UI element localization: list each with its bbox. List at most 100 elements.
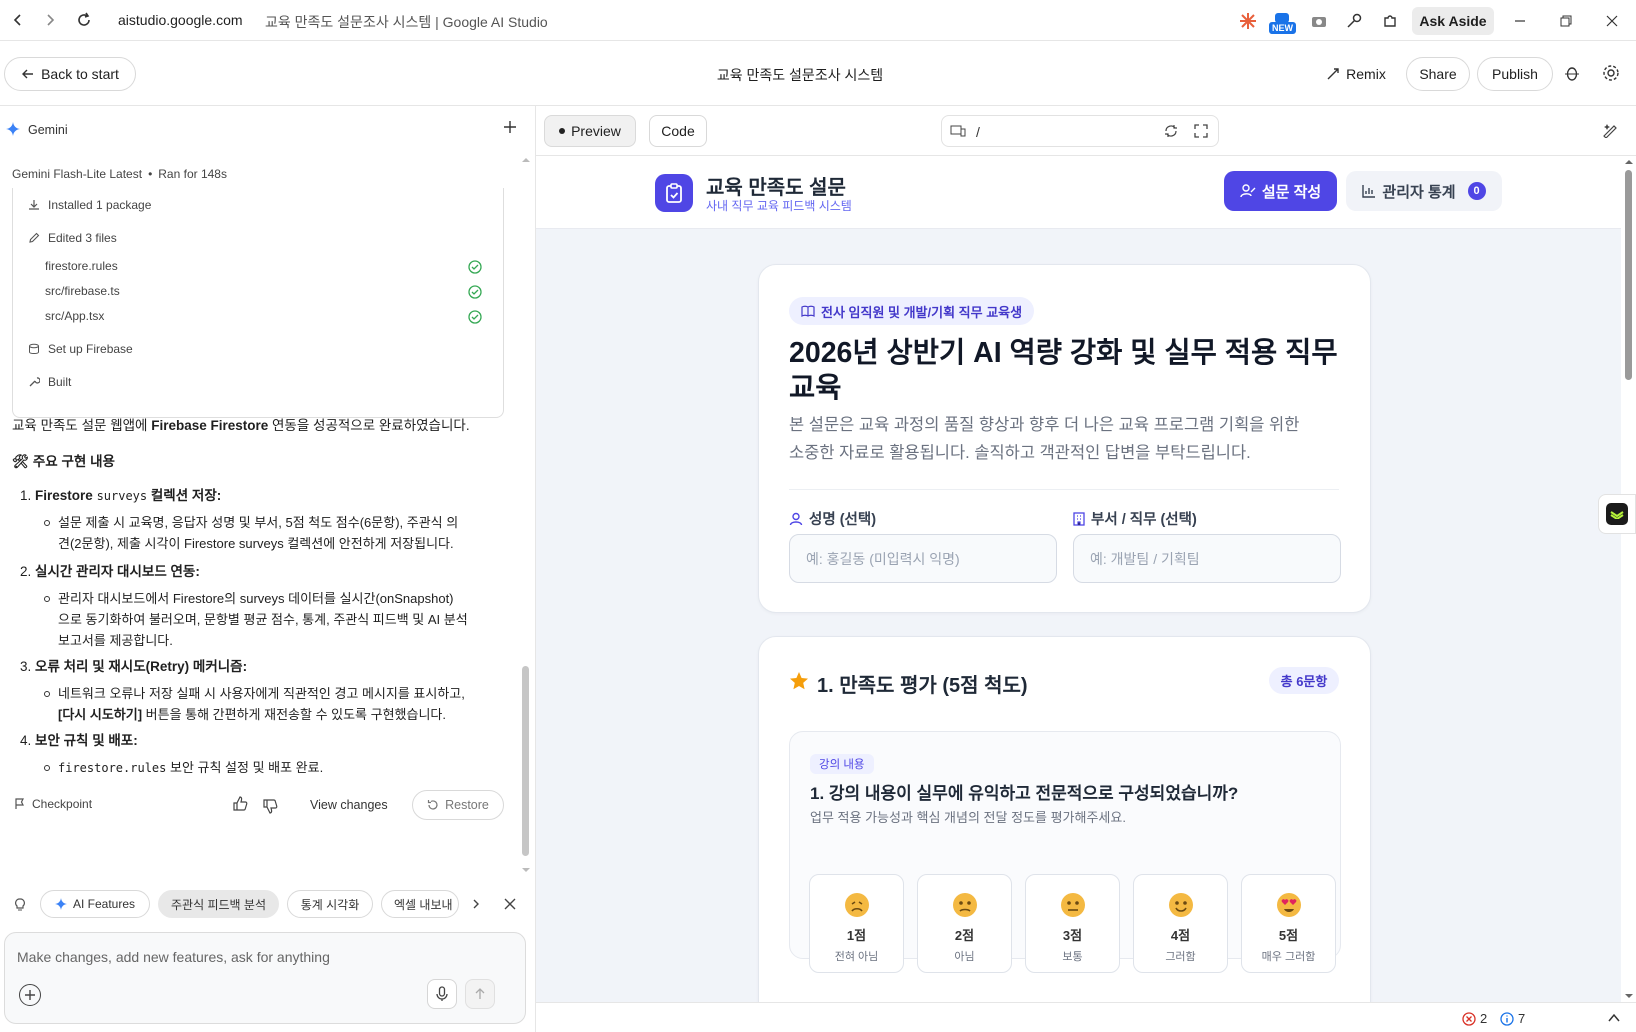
arrow-up-icon — [475, 988, 485, 999]
dept-input[interactable]: 예: 개발팀 / 기획팀 — [1073, 534, 1341, 583]
brand-title: 교육 만족도 설문 — [706, 177, 846, 199]
step-built: Built — [28, 375, 71, 389]
checkpoint[interactable]: Checkpoint — [14, 797, 92, 811]
address-bar[interactable]: aistudio.google.com — [118, 12, 243, 28]
question-title: 1. 강의 내용이 실무에 유익하고 전문적으로 구성되었습니까? — [810, 784, 1239, 803]
info-count[interactable]: 7 — [1500, 1011, 1525, 1026]
course-info-card: 전사 임직원 및 개발/기획 직무 교육생 2026년 상반기 AI 역량 강화… — [758, 264, 1371, 613]
status-bar: 2 7 — [536, 1002, 1636, 1032]
chip-feedback-analysis[interactable]: 주관식 피드백 분석 — [158, 890, 279, 918]
rating-option-3[interactable]: 3점 보통 — [1025, 874, 1120, 973]
building-icon — [1073, 511, 1085, 526]
publish-button[interactable]: Publish — [1477, 57, 1553, 91]
close-window-icon[interactable] — [1602, 11, 1622, 31]
prompt-composer[interactable]: Make changes, add new features, ask for … — [4, 932, 526, 1024]
new-chat-icon[interactable] — [503, 120, 517, 134]
share-button[interactable]: Share — [1406, 57, 1470, 91]
step-edited: Edited 3 files — [28, 231, 117, 245]
bug-icon[interactable] — [1564, 64, 1580, 82]
preview-url-bar[interactable]: / — [941, 115, 1219, 147]
thumbs-down-icon[interactable] — [262, 798, 278, 814]
gemini-icon — [54, 898, 67, 910]
chip-stats-visualization[interactable]: 통계 시각화 — [287, 890, 373, 918]
chevron-up-icon[interactable] — [1608, 1013, 1620, 1023]
plus-icon — [25, 990, 35, 1000]
back-icon[interactable] — [8, 10, 28, 30]
reload-icon[interactable] — [74, 10, 94, 30]
survey-app-header: 교육 만족도 설문 사내 직무 교육 피드백 시스템 설문 작성 관리자 통계 … — [536, 156, 1621, 229]
close-icon[interactable] — [504, 898, 516, 910]
file-item[interactable]: src/App.tsx — [45, 309, 104, 323]
chat-panel: Gemini Gemini Flash-Lite Latest • Ran fo… — [0, 106, 536, 1032]
key-icon[interactable] — [1344, 11, 1364, 31]
puzzle-icon[interactable] — [1380, 11, 1400, 31]
scroll-up-arrow[interactable] — [1625, 158, 1633, 166]
scroll-down-arrow[interactable] — [1625, 992, 1633, 1000]
forward-icon[interactable] — [40, 10, 60, 30]
sparkle-icon[interactable] — [1238, 11, 1258, 31]
restore-button[interactable]: Restore — [412, 790, 504, 820]
chip-ai-features[interactable]: AI Features — [40, 890, 150, 918]
camera-icon[interactable] — [1309, 11, 1329, 31]
rating-option-2[interactable]: 2점 아님 — [917, 874, 1012, 973]
nav-survey-button[interactable]: 설문 작성 — [1224, 171, 1337, 211]
nav-admin-label: 관리자 통계 — [1382, 183, 1456, 201]
view-changes-button[interactable]: View changes — [310, 798, 388, 812]
item-num: 4. — [20, 733, 32, 748]
step-setup: Set up Firebase — [28, 342, 133, 356]
nav-admin-button[interactable]: 관리자 통계 0 — [1346, 171, 1502, 211]
file-item[interactable]: src/firebase.ts — [45, 284, 120, 298]
heart-eyes-face-icon — [1276, 893, 1301, 917]
rating-option-5[interactable]: 5점 매우 그러함 — [1241, 874, 1336, 973]
settings-icon[interactable] — [1602, 64, 1620, 82]
rating-option-4[interactable]: 4점 그러함 — [1133, 874, 1228, 973]
chevron-right-icon[interactable] — [470, 898, 482, 910]
add-attachment-button[interactable] — [19, 984, 41, 1006]
scrollbar-thumb[interactable] — [1625, 170, 1632, 380]
item-num: 2. — [20, 564, 32, 579]
rating-option-1[interactable]: 1점 전혀 아님 — [809, 874, 904, 973]
summary-post: 연동을 성공적으로 완료하였습니다. — [268, 418, 470, 433]
thumbs-up-icon[interactable] — [232, 796, 248, 812]
scroll-down-arrow[interactable] — [522, 866, 530, 874]
name-input[interactable]: 예: 홍길동 (미입력시 익명) — [789, 534, 1057, 583]
composer-input[interactable]: Make changes, add new features, ask for … — [17, 949, 330, 965]
tab-preview[interactable]: Preview — [544, 115, 636, 147]
side-extension-widget[interactable] — [1598, 494, 1636, 534]
separator-dot: • — [148, 167, 153, 181]
microphone-button[interactable] — [427, 979, 457, 1009]
item-body-bold: [다시 시도하기] — [58, 707, 143, 722]
list-item-title: 2. 실시간 관리자 대시보드 연동: — [20, 561, 200, 582]
agent-name: Gemini — [28, 123, 68, 137]
question-description: 업무 적용 가능성과 핵심 개념의 전달 정도를 평가해주세요. — [810, 810, 1126, 825]
device-icon[interactable] — [950, 124, 966, 138]
restore-window-icon[interactable] — [1556, 11, 1576, 31]
file-item[interactable]: firestore.rules — [45, 259, 118, 273]
item-title: 보안 규칙 및 배포 — [35, 733, 134, 748]
extension-logo-icon — [1606, 503, 1628, 525]
remix-button[interactable]: Remix — [1316, 57, 1396, 91]
error-count[interactable]: 2 — [1462, 1011, 1487, 1026]
list-item-title: 1. Firestore surveys 컬렉션 저장: — [20, 485, 221, 507]
chip-excel-export[interactable]: 엑셀 내보내 — [381, 890, 459, 918]
chat-scrollbar-thumb[interactable] — [522, 666, 529, 856]
fullscreen-icon[interactable] — [1194, 124, 1208, 138]
ask-aside-button[interactable]: Ask Aside — [1412, 7, 1494, 35]
course-title-line: 교육 — [789, 372, 842, 404]
course-title: 2026년 상반기 AI 역량 강화 및 실무 적용 직무 교육 — [789, 336, 1338, 406]
course-title-line: 2026년 상반기 AI 역량 강화 및 실무 적용 직무 — [789, 337, 1338, 369]
preview-scrollbar[interactable] — [1621, 156, 1636, 1002]
preview-path[interactable]: / — [976, 124, 980, 140]
bar-chart-icon — [1362, 185, 1376, 198]
refresh-icon[interactable] — [1164, 124, 1178, 138]
minimize-icon[interactable] — [1510, 11, 1530, 31]
clipboard-check-icon — [655, 174, 693, 212]
scroll-up-arrow[interactable] — [522, 156, 530, 164]
option-score: 3점 — [1062, 928, 1083, 943]
item-body-line: 설문 제출 시 교육명, 응답자 성명 및 부서, 5점 척도 점수(6문항),… — [58, 515, 459, 530]
edit-sparkle-icon[interactable] — [1602, 122, 1618, 138]
item-body-line: 으로 동기화하여 불러오며, 문항별 평균 점수, 통계, 주관식 피드백 및 … — [58, 612, 468, 627]
option-score: 2점 — [954, 928, 975, 943]
send-button[interactable] — [465, 979, 495, 1009]
tab-code[interactable]: Code — [649, 115, 707, 147]
